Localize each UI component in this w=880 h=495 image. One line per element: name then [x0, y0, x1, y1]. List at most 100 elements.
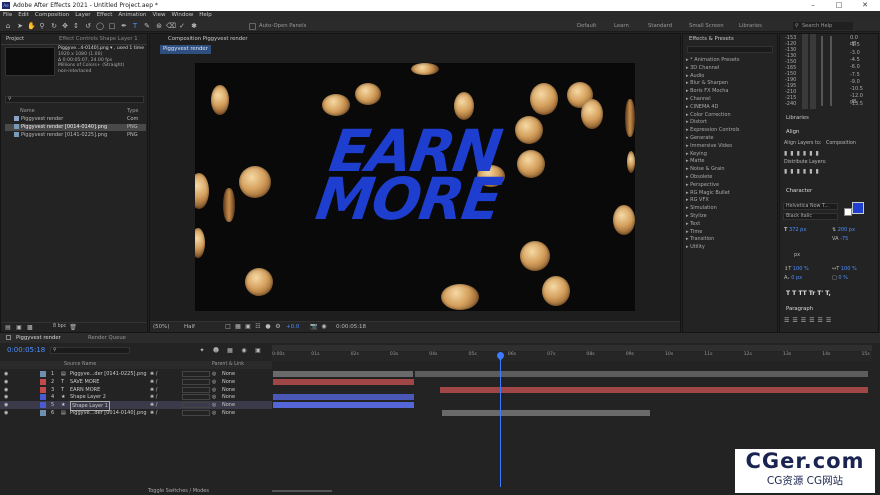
parent-pickwhip-icon[interactable]: ◎ — [212, 386, 216, 394]
label-color-swatch[interactable] — [40, 371, 46, 377]
effects-category-item[interactable]: ▸ Distort — [686, 119, 707, 127]
clone-tool-icon[interactable]: ⊛ — [155, 22, 163, 30]
parent-dropdown[interactable]: None — [222, 378, 235, 386]
audio-slider-left[interactable] — [821, 36, 823, 106]
tsume-row[interactable]: □ 0 % — [832, 275, 848, 281]
work-area-bar[interactable] — [272, 345, 872, 351]
effects-category-item[interactable]: ▸ Perspective — [686, 182, 719, 190]
brush-tool-icon[interactable]: ✎ — [143, 22, 151, 30]
align-to-dropdown[interactable]: Composition — [826, 141, 856, 146]
visibility-eye-icon[interactable]: ◉ — [4, 401, 8, 409]
visibility-eye-icon[interactable]: ◉ — [4, 386, 8, 394]
parent-dropdown[interactable]: None — [222, 401, 235, 409]
effects-category-item[interactable]: ▸ Stylize — [686, 213, 707, 221]
timeline-timecode[interactable]: 0:00:05:18 — [7, 346, 45, 354]
effects-category-item[interactable]: ▸ 3D Channel — [686, 65, 719, 73]
align-title[interactable]: Align — [786, 128, 799, 137]
effects-category-item[interactable]: ▸ Time — [686, 229, 702, 237]
comp-breadcrumb[interactable]: Piggyvest render — [160, 45, 211, 54]
layer-duration-bar[interactable] — [415, 371, 868, 377]
resolution-dropdown[interactable]: Half — [184, 324, 195, 330]
font-size-value[interactable]: 372 px — [789, 227, 806, 233]
motion-blur-icon[interactable]: ◉ — [240, 347, 248, 355]
workspace-default[interactable]: Default — [577, 20, 596, 32]
mode-dropdown[interactable] — [182, 402, 210, 409]
label-color-swatch[interactable] — [40, 410, 46, 416]
parent-pickwhip-icon[interactable]: ◎ — [212, 401, 216, 409]
layer-duration-bar[interactable] — [273, 394, 414, 401]
new-folder-icon[interactable]: ▣ — [15, 324, 23, 332]
effects-category-item[interactable]: ▸ Audio — [686, 73, 704, 81]
hand-tool-icon[interactable]: ✋ — [27, 22, 36, 30]
effects-category-item[interactable]: ▸ Transition — [686, 236, 714, 244]
mask-visibility-icon[interactable]: ▣ — [244, 323, 252, 331]
effects-category-item[interactable]: ▸ RG VFX — [686, 197, 709, 205]
zoom-slider[interactable] — [272, 490, 332, 492]
shy-icon[interactable]: ☻ — [212, 347, 220, 355]
font-style-dropdown[interactable]: Black Italic — [783, 213, 838, 220]
visibility-eye-icon[interactable]: ◉ — [4, 370, 8, 378]
effects-category-item[interactable]: ▸ Text — [686, 221, 700, 229]
mode-dropdown[interactable] — [182, 378, 210, 385]
paragraph-align-icons[interactable]: ☰☰☰☰☰☰ — [784, 317, 834, 324]
layer-name[interactable]: SAVE MORE — [70, 378, 99, 386]
leading-row[interactable]: ⇅ 200 px — [832, 227, 855, 233]
menu-composition[interactable]: Composition — [32, 11, 72, 20]
effects-category-item[interactable]: ▸ Noise & Grain — [686, 166, 725, 174]
distribute-buttons-icon[interactable]: ▮▮▮▮▮▮ — [784, 168, 822, 175]
effects-category-item[interactable]: ▸ Simulation — [686, 205, 717, 213]
stroke-color-swatch[interactable] — [844, 208, 852, 216]
layer-duration-bar[interactable] — [440, 386, 868, 393]
mode-dropdown[interactable] — [182, 410, 210, 416]
tab-project[interactable]: Project — [6, 35, 24, 44]
layer-name[interactable]: Piggyve...der [0141-0225].png — [70, 370, 147, 378]
parent-pickwhip-icon[interactable]: ◎ — [212, 378, 216, 386]
effects-category-item[interactable]: ▸ Generate — [686, 135, 713, 143]
effects-category-item[interactable]: ▸ Utility — [686, 244, 705, 252]
layer-switches[interactable]: ❀ / — [150, 378, 157, 386]
show-snapshot-icon[interactable]: ◉ — [320, 323, 328, 331]
home-icon[interactable]: ⌂ — [4, 22, 12, 30]
pan-tool-icon[interactable]: ✥ — [61, 22, 69, 30]
parent-pickwhip-icon[interactable]: ◎ — [212, 393, 216, 401]
horizontal-scale-row[interactable]: ↔T 100 % — [832, 266, 857, 272]
timeline-search-input[interactable]: ⚲ — [50, 347, 130, 354]
effects-category-item[interactable]: ▸ Obsolete — [686, 174, 712, 182]
effects-category-item[interactable]: ▸ Expression Controls — [686, 127, 740, 135]
visibility-eye-icon[interactable]: ◉ — [4, 393, 8, 401]
timeline-layer-row[interactable]: ◉ 3 T EARN MORE ❀ / ◎ None — [0, 386, 272, 394]
snapshot-icon[interactable]: 📷 — [310, 323, 318, 331]
bit-depth-label[interactable]: 8 bpc — [53, 324, 66, 329]
frame-blending-icon[interactable]: ▦ — [226, 347, 234, 355]
pen-tool-icon[interactable]: ✒ — [120, 22, 128, 30]
tab-effect-controls[interactable]: Effect Controls Shape Layer 1 — [59, 35, 138, 44]
effects-category-item[interactable]: ▸ CINEMA 4D — [686, 104, 718, 112]
tab-timeline-comp[interactable]: Piggyvest render — [16, 334, 61, 343]
paragraph-title[interactable]: Paragraph — [786, 305, 813, 314]
layer-duration-bar[interactable] — [442, 410, 650, 416]
layer-duration-bar[interactable] — [273, 371, 413, 377]
timeline-layer-row[interactable]: ◉ 1 ▤ Piggyve...der [0141-0225].png ❀ / ◎ None — [0, 370, 272, 378]
label-color-swatch[interactable] — [40, 402, 46, 409]
libraries-title[interactable]: Libraries — [786, 114, 809, 123]
text-style-buttons[interactable]: T T TT Tr T' T, — [786, 290, 831, 297]
selection-tool-icon[interactable]: ➤ — [16, 22, 24, 30]
parent-pickwhip-icon[interactable]: ◎ — [212, 409, 216, 417]
parent-dropdown[interactable]: None — [222, 370, 235, 378]
interpret-footage-icon[interactable]: ▤ — [4, 324, 12, 332]
eraser-tool-icon[interactable]: ⌫ — [166, 22, 176, 30]
tab-render-queue[interactable]: Render Queue — [88, 334, 126, 343]
list-item[interactable]: Piggyvest render [0141-0225].png PNG — [5, 132, 146, 139]
time-ruler[interactable]: 0:00s 01s 02s 03s 04s 05s 06s 07s 08s 09s 10s 11s 12… — [272, 352, 872, 361]
list-item[interactable]: Piggyvest render [0014-0140].png PNG — [5, 124, 146, 131]
trash-icon[interactable]: 🗑 — [69, 324, 77, 332]
workspace-standard[interactable]: Standard — [648, 20, 672, 32]
effects-category-item[interactable]: ▸ Immersive Video — [686, 143, 732, 151]
zoom-dropdown[interactable]: (50%) — [153, 324, 170, 330]
visibility-eye-icon[interactable]: ◉ — [4, 378, 8, 386]
tracking-row[interactable]: VA -75 — [832, 236, 848, 242]
mode-dropdown[interactable] — [182, 394, 210, 401]
effects-category-item[interactable]: ▸ Blur & Sharpen — [686, 80, 728, 88]
effects-category-item[interactable]: ▸ Boris FX Mocha — [686, 88, 728, 96]
visibility-eye-icon[interactable]: ◉ — [4, 409, 8, 417]
